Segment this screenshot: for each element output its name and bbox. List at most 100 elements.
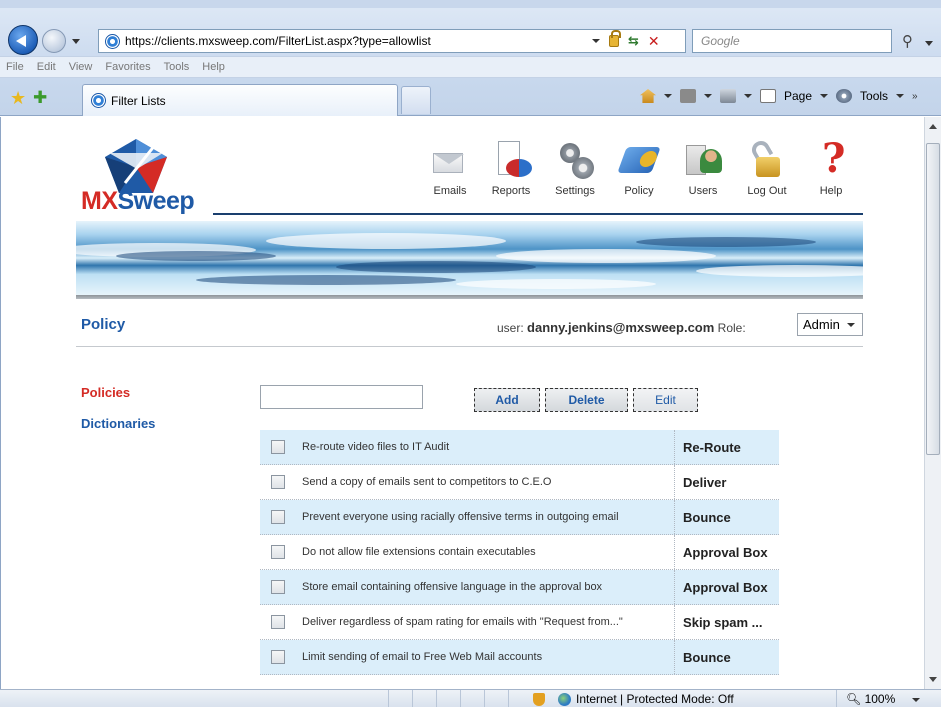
nav-users[interactable]: Users: [671, 139, 735, 197]
report-chart-icon: [490, 139, 532, 181]
rule-action: Deliver: [674, 465, 779, 499]
tools-dropdown-icon[interactable]: [896, 94, 905, 98]
more-commands-icon[interactable]: »: [912, 91, 918, 102]
new-tab-button[interactable]: [401, 86, 431, 114]
nav-help[interactable]: ? Help: [799, 135, 863, 197]
table-row[interactable]: Limit sending of email to Free Web Mail …: [260, 640, 779, 675]
add-button[interactable]: Add: [474, 388, 540, 412]
print-icon[interactable]: [720, 89, 736, 103]
table-row[interactable]: Deliver regardless of spam rating for em…: [260, 605, 779, 640]
tab-ie-icon: [91, 93, 106, 108]
edit-button[interactable]: Edit: [633, 388, 698, 412]
users-icon: [682, 139, 724, 181]
nav-settings[interactable]: Settings: [543, 139, 607, 197]
logo-wordmark: MXSweep: [81, 187, 195, 216]
filter-name-input[interactable]: [260, 385, 423, 409]
tab-filter-lists[interactable]: Filter Lists: [82, 84, 398, 116]
stop-icon[interactable]: ✕: [648, 33, 660, 50]
page-menu[interactable]: Page: [784, 89, 812, 103]
back-button[interactable]: [8, 25, 38, 55]
nav-emails[interactable]: Emails: [421, 139, 479, 197]
delete-button[interactable]: Delete: [545, 388, 628, 412]
table-row[interactable]: Do not allow file extensions contain exe…: [260, 535, 779, 570]
row-checkbox[interactable]: [271, 440, 285, 454]
nav-policy[interactable]: Policy: [607, 139, 671, 197]
home-dropdown-icon[interactable]: [664, 94, 672, 98]
row-checkbox[interactable]: [271, 580, 285, 594]
ie-page-icon: [105, 34, 120, 49]
search-options-dropdown-icon[interactable]: [925, 41, 933, 46]
table-row[interactable]: Prevent everyone using racially offensiv…: [260, 500, 779, 535]
menu-tools[interactable]: Tools: [164, 61, 190, 73]
rule-description: Deliver regardless of spam rating for em…: [302, 616, 623, 628]
row-checkbox[interactable]: [271, 615, 285, 629]
status-divider: [388, 690, 389, 707]
table-row[interactable]: Send a copy of emails sent to competitor…: [260, 465, 779, 500]
nav-reports[interactable]: Reports: [479, 139, 543, 197]
rule-action: Bounce: [674, 640, 779, 674]
sidebar-item-policies[interactable]: Policies: [81, 385, 130, 400]
feeds-dropdown-icon[interactable]: [704, 94, 712, 98]
zoom-icon: 🔍︎: [846, 692, 862, 706]
status-divider: [484, 690, 485, 707]
policy-rule-list: Re-route video files to IT Audit Re-Rout…: [260, 430, 779, 675]
security-zone[interactable]: Internet | Protected Mode: Off: [533, 692, 734, 706]
status-divider: [412, 690, 413, 707]
nav-log-out[interactable]: Log Out: [735, 137, 799, 197]
address-dropdown-icon[interactable]: [592, 39, 600, 43]
table-row[interactable]: Store email containing offensive languag…: [260, 570, 779, 605]
water-banner: [76, 221, 863, 295]
main-nav: Emails Reports Settings Policy Users Log…: [421, 135, 863, 197]
table-row[interactable]: Re-route video files to IT Audit Re-Rout…: [260, 430, 779, 465]
rule-action: Skip spam ...: [674, 605, 779, 639]
search-icon[interactable]: ⚲: [902, 32, 913, 50]
status-divider: [460, 690, 461, 707]
zoom-dropdown-icon[interactable]: [912, 698, 920, 702]
favorites-star-icon[interactable]: ★: [10, 88, 26, 109]
sidebar-item-dictionaries[interactable]: Dictionaries: [81, 416, 155, 431]
menu-help[interactable]: Help: [202, 61, 225, 73]
home-icon[interactable]: [640, 89, 656, 103]
rule-description: Re-route video files to IT Audit: [302, 441, 450, 453]
add-favorite-icon[interactable]: ✚: [33, 88, 47, 108]
row-checkbox[interactable]: [271, 475, 285, 489]
vertical-scrollbar[interactable]: [924, 117, 941, 689]
title-strip: [0, 0, 941, 8]
menu-view[interactable]: View: [69, 61, 93, 73]
security-lock-icon[interactable]: [609, 30, 621, 47]
nav-policy-label: Policy: [624, 185, 654, 197]
title-divider: [76, 346, 863, 347]
recent-pages-dropdown-icon[interactable]: [72, 39, 80, 44]
scroll-down-icon[interactable]: [929, 677, 937, 682]
forward-button[interactable]: [42, 29, 66, 53]
zoom-level[interactable]: 🔍︎ 100%: [846, 692, 895, 706]
menu-edit[interactable]: Edit: [37, 61, 56, 73]
command-bar: Page Tools »: [640, 89, 918, 103]
row-checkbox[interactable]: [271, 545, 285, 559]
browser-chrome: https://clients.mxsweep.com/FilterList.a…: [0, 0, 941, 116]
role-dropdown-icon: [847, 323, 855, 327]
scroll-up-icon[interactable]: [929, 124, 937, 129]
page-title: Policy: [81, 316, 126, 333]
envelope-icon: [429, 139, 471, 181]
menu-favorites[interactable]: Favorites: [105, 61, 150, 73]
zoom-value: 100%: [864, 692, 896, 706]
tab-row: ★ ✚ Filter Lists Page Tools »: [0, 80, 941, 116]
menu-file[interactable]: File: [6, 61, 24, 73]
address-bar-controls: ⇆ ✕: [586, 29, 686, 53]
gears-icon: [554, 139, 596, 181]
tools-menu[interactable]: Tools: [860, 89, 888, 103]
page-dropdown-icon[interactable]: [820, 94, 829, 98]
rule-description: Do not allow file extensions contain exe…: [302, 546, 536, 558]
role-select[interactable]: Admin: [797, 313, 863, 336]
page-icon: [760, 89, 776, 103]
user-info: user: danny.jenkins@mxsweep.com Role:: [497, 320, 746, 335]
scroll-thumb[interactable]: [926, 143, 940, 455]
search-input[interactable]: Google: [692, 29, 892, 53]
feeds-icon[interactable]: [680, 89, 696, 103]
print-dropdown-icon[interactable]: [744, 94, 752, 98]
refresh-icon[interactable]: ⇆: [628, 33, 639, 49]
row-checkbox[interactable]: [271, 510, 285, 524]
row-checkbox[interactable]: [271, 650, 285, 664]
banner-rule: [76, 295, 863, 299]
